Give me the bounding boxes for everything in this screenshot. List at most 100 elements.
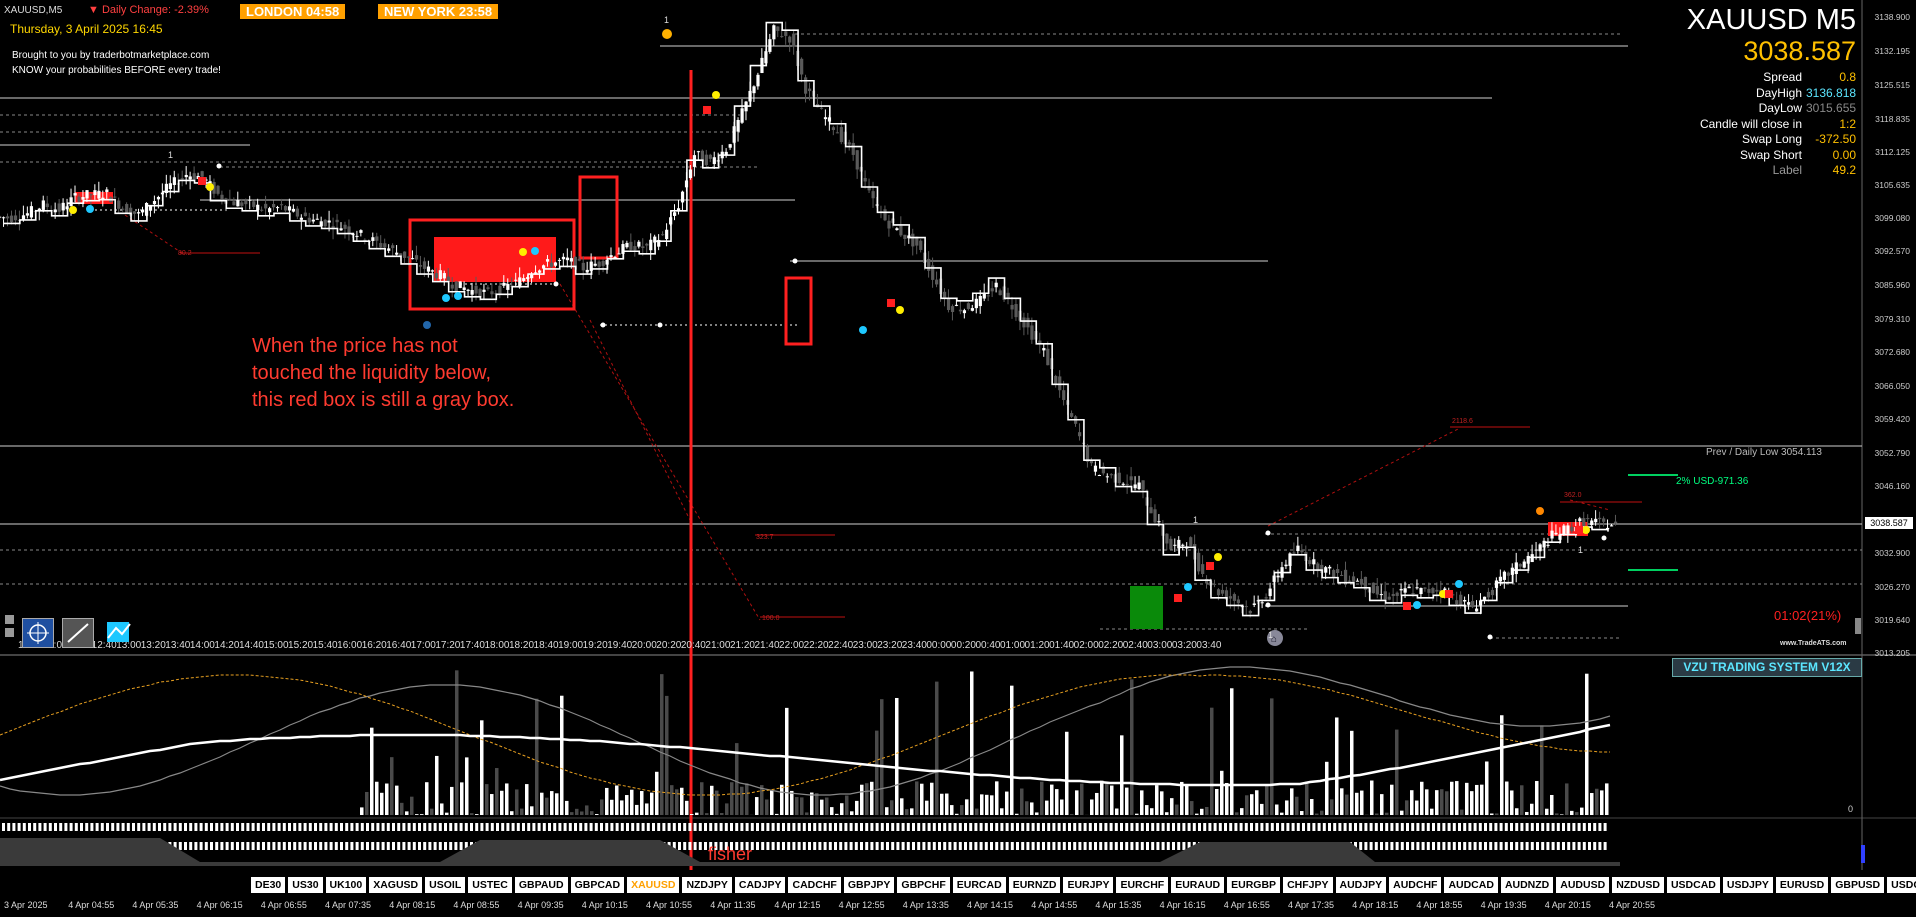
- fisher-bar: [1400, 842, 1404, 850]
- histogram-bar: [495, 768, 499, 815]
- line-tool-icon[interactable]: [62, 618, 94, 648]
- fisher-bar: [319, 823, 323, 831]
- symbol-tab-chfjpy[interactable]: CHFJPY: [1282, 876, 1334, 894]
- candle: [1022, 317, 1026, 328]
- symbol-tab-us30[interactable]: US30: [287, 876, 324, 894]
- histogram-bar: [795, 797, 799, 815]
- fisher-bar: [402, 842, 406, 850]
- symbol-tab-audcad[interactable]: AUDCAD: [1443, 876, 1499, 894]
- symbol-tab-usoil[interactable]: USOIL: [424, 876, 467, 894]
- symbol-tab-audchf[interactable]: AUDCHF: [1388, 876, 1443, 894]
- candle: [514, 279, 518, 281]
- histogram-bar: [985, 794, 989, 815]
- symbol-tab-ustec[interactable]: USTEC: [467, 876, 513, 894]
- symbol-tab-cadjpy[interactable]: CADJPY: [733, 876, 787, 894]
- symbol-tab-eurusd[interactable]: EURUSD: [1774, 876, 1830, 894]
- crosshair-tool-icon[interactable]: [22, 618, 54, 648]
- symbol-tab-de30[interactable]: DE30: [250, 876, 287, 894]
- symbol-tab-usdjpy[interactable]: USDJPY: [1721, 876, 1774, 894]
- bottom-axis-label: 4 Apr 08:15: [389, 900, 436, 910]
- fisher-bar: [1380, 823, 1383, 831]
- chart-tool-icon[interactable]: [104, 618, 134, 646]
- candle: [545, 259, 550, 262]
- candle: [756, 74, 760, 87]
- histogram-bar: [1535, 781, 1539, 815]
- histogram-bar: [1190, 801, 1194, 815]
- symbol-tab-uk100[interactable]: UK100: [324, 876, 368, 894]
- candle: [1216, 589, 1221, 596]
- histogram-bar: [975, 808, 979, 815]
- symbol-tab-audusd[interactable]: AUDUSD: [1555, 876, 1611, 894]
- fisher-bar: [636, 823, 640, 831]
- fisher-bar: [1234, 823, 1238, 831]
- fisher-bar: [891, 823, 895, 831]
- fisher-bar: [428, 842, 432, 850]
- symbol-tab-usdchf[interactable]: USDCHF: [1886, 876, 1916, 894]
- symbol-tab-audnzd[interactable]: AUDNZD: [1499, 876, 1555, 894]
- symbol-tab-gbpcad[interactable]: GBPCAD: [569, 876, 626, 894]
- symbol-tab-eurnzd[interactable]: EURNZD: [1007, 876, 1062, 894]
- fisher-bar: [256, 823, 260, 831]
- symbol-tab-eurchf[interactable]: EURCHF: [1115, 876, 1170, 894]
- histogram-bar: [605, 787, 609, 815]
- level-label: 80.2: [178, 250, 192, 257]
- fisher-bar: [1099, 842, 1103, 850]
- fisher-bar: [246, 842, 250, 850]
- candle: [1455, 600, 1459, 605]
- price-axis-label: 3105.635: [1874, 180, 1910, 191]
- fisher-bar: [1567, 823, 1571, 831]
- bottom-axis-label: 4 Apr 04:55: [68, 900, 115, 910]
- fisher-bar: [1104, 842, 1108, 850]
- histogram-bar: [1220, 770, 1224, 815]
- histogram-bar: [1380, 794, 1384, 815]
- symbol-tab-xauusd[interactable]: XAUUSD: [626, 876, 681, 894]
- fisher-bar: [802, 823, 806, 831]
- histogram-bar: [1120, 735, 1124, 815]
- price-chart[interactable]: ⌂: [0, 0, 1916, 917]
- histogram-bar: [855, 800, 859, 815]
- symbol-tab-nzdjpy[interactable]: NZDJPY: [681, 876, 733, 894]
- candle: [1197, 552, 1201, 572]
- candle: [553, 262, 558, 266]
- fisher-bar: [818, 823, 822, 831]
- histogram-bar: [1180, 781, 1184, 815]
- bottom-axis-label: 4 Apr 05:35: [132, 900, 179, 910]
- fisher-bar: [704, 823, 707, 831]
- histogram-bar: [1090, 799, 1094, 815]
- candle: [1046, 348, 1050, 366]
- symbol-tab-gbpaud[interactable]: GBPAUD: [513, 876, 569, 894]
- fisher-bar: [886, 823, 889, 831]
- symbol-tab-xagusd[interactable]: XAGUSD: [368, 876, 424, 894]
- fisher-bar: [256, 842, 260, 850]
- symbol-tab-nzdusd[interactable]: NZDUSD: [1611, 876, 1665, 894]
- symbol-tab-eurgbp[interactable]: EURGBP: [1226, 876, 1282, 894]
- fisher-bar: [917, 842, 921, 850]
- histogram-bar: [1010, 685, 1014, 815]
- histogram-bar: [1125, 787, 1129, 815]
- histogram-bar: [1225, 782, 1229, 815]
- fisher-bar: [95, 823, 99, 831]
- fisher-bar: [745, 823, 749, 831]
- symbol-tab-eurjpy[interactable]: EURJPY: [1062, 876, 1115, 894]
- symbol-tab-cadchf[interactable]: CADCHF: [787, 876, 842, 894]
- histogram-bar: [1185, 785, 1189, 815]
- fisher-bar: [2, 823, 5, 831]
- candle: [1014, 304, 1018, 318]
- fisher-bar: [683, 842, 687, 850]
- fisher-bar: [43, 823, 47, 831]
- histogram-bar: [775, 813, 779, 815]
- symbol-tab-euraud[interactable]: EURAUD: [1170, 876, 1226, 894]
- fisher-bar: [1312, 823, 1316, 831]
- fisher-bar: [901, 842, 905, 850]
- scroll-handle[interactable]: [1855, 618, 1861, 634]
- symbol-tab-usdcad[interactable]: USDCAD: [1665, 876, 1721, 894]
- panel-toggle-icon[interactable]: [5, 628, 14, 637]
- histogram-bar: [545, 797, 549, 815]
- panel-toggle-icon[interactable]: [5, 615, 14, 624]
- symbol-tab-gbpchf[interactable]: GBPCHF: [896, 876, 951, 894]
- candle: [490, 291, 494, 295]
- symbol-tab-eurcad[interactable]: EURCAD: [951, 876, 1007, 894]
- symbol-tab-gbpjpy[interactable]: GBPJPY: [842, 876, 896, 894]
- symbol-tab-gbpusd[interactable]: GBPUSD: [1830, 876, 1886, 894]
- symbol-tab-audjpy[interactable]: AUDJPY: [1334, 876, 1388, 894]
